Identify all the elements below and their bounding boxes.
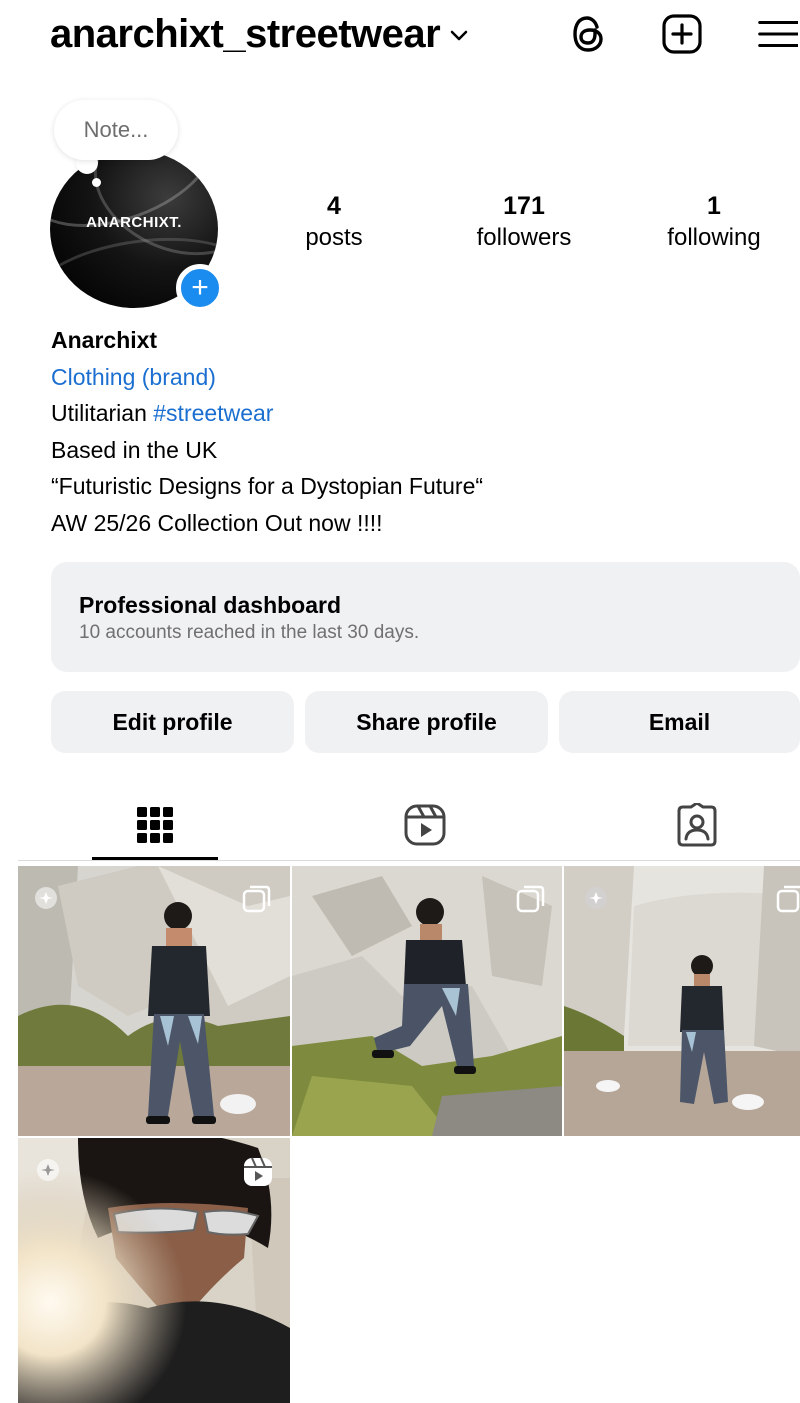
pinned-icon [36, 1158, 60, 1187]
dashboard-subtitle: 10 accounts reached in the last 30 days. [79, 622, 420, 643]
chevron-down-icon [450, 30, 468, 41]
stat-posts[interactable]: 4 posts [259, 190, 409, 254]
bio-line-1: Utilitarian #streetwear [51, 395, 483, 432]
stat-posts-count: 4 [327, 192, 341, 220]
dashboard-title: Professional dashboard [79, 592, 342, 618]
edit-profile-button[interactable]: Edit profile [51, 691, 294, 753]
bio-line-4: AW 25/26 Collection Out now !!!! [51, 509, 383, 536]
post-tile-2[interactable] [292, 866, 562, 1136]
display-name: Anarchixt [51, 327, 158, 353]
active-tab-indicator [92, 857, 218, 860]
post-tile-4[interactable] [18, 1138, 290, 1403]
profile-header: anarchixt_streetwear [0, 0, 800, 70]
stat-following[interactable]: 1 following [639, 190, 789, 254]
reels-icon [242, 1156, 274, 1193]
tab-tagged[interactable] [652, 790, 742, 860]
carousel-icon [516, 884, 546, 919]
tab-reels[interactable] [380, 790, 470, 860]
carousel-icon [242, 884, 272, 919]
carousel-icon [776, 884, 800, 919]
stat-following-label: following [667, 224, 761, 251]
hashtag-link[interactable]: #streetwear [153, 400, 273, 426]
add-story-button[interactable]: + [176, 264, 224, 312]
grid-icon [137, 807, 173, 843]
pinned-icon [34, 886, 58, 915]
avatar-brand-text: ANARCHIXT. [86, 214, 182, 231]
stat-followers-count: 171 [503, 192, 545, 220]
reels-icon [404, 804, 446, 846]
tagged-person-icon [677, 803, 717, 847]
threads-icon[interactable] [566, 12, 610, 56]
tab-divider [18, 860, 800, 861]
profile-avatar[interactable]: ANARCHIXT. + [50, 150, 224, 312]
pinned-icon [584, 886, 608, 915]
email-button[interactable]: Email [559, 691, 800, 753]
stat-posts-label: posts [305, 224, 363, 251]
share-profile-button[interactable]: Share profile [305, 691, 548, 753]
note-bubble[interactable]: Note... [54, 100, 178, 160]
create-post-icon[interactable] [660, 12, 704, 56]
professional-dashboard-card[interactable]: Professional dashboard 10 accounts reach… [51, 562, 800, 672]
menu-icon[interactable] [754, 12, 798, 56]
category-link[interactable]: Clothing (brand) [51, 359, 483, 396]
profile-bio: Anarchixt Clothing (brand) Utilitarian #… [51, 322, 483, 541]
stat-followers-label: followers [476, 224, 572, 251]
account-switcher[interactable]: anarchixt_streetwear [50, 8, 468, 60]
note-bubble-tail-small [92, 178, 101, 187]
bio-line-3: “Futuristic Designs for a Dystopian Futu… [51, 473, 484, 499]
bio-line-2: Based in the UK [51, 436, 218, 463]
stat-following-count: 1 [707, 192, 721, 220]
bio-line-1-text: Utilitarian [51, 400, 154, 426]
stat-followers[interactable]: 171 followers [449, 190, 599, 254]
post-tile-1[interactable] [18, 866, 290, 1136]
post-tile-3[interactable] [564, 866, 800, 1136]
username: anarchixt_streetwear [50, 12, 441, 56]
tab-posts-grid[interactable] [110, 790, 200, 860]
